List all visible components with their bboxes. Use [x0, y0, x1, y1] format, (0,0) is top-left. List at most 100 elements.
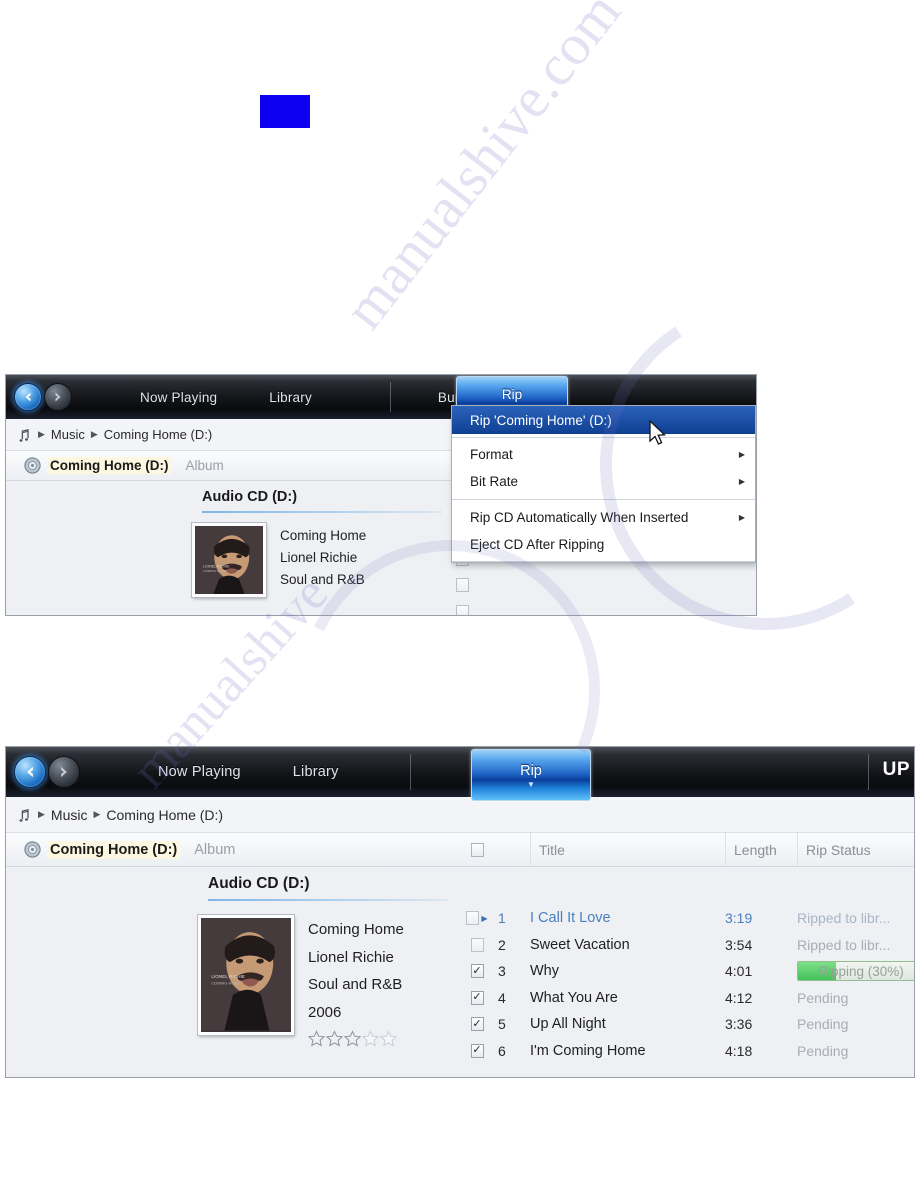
- track-title[interactable]: I Call It Love: [530, 910, 725, 926]
- group-header-2: Audio CD (D:): [208, 875, 310, 892]
- track-title[interactable]: Why: [530, 963, 725, 979]
- album-cover-1: LIONEL RICHIE COMING HOME: [191, 522, 267, 598]
- track-checkbox[interactable]: [470, 937, 484, 952]
- track-rip-status: Ripped to libr...: [797, 936, 891, 953]
- group-header-1: Audio CD (D:): [202, 489, 298, 505]
- track-checkbox-cell[interactable]: ▶: [456, 911, 498, 926]
- nav-buttons-2: [6, 756, 80, 788]
- breadcrumb-item-coming-home[interactable]: Coming Home (D:): [106, 807, 223, 823]
- group-divider-2: [208, 899, 448, 901]
- page-root: manualshive.com manualshive Now Playing …: [0, 0, 918, 1188]
- breadcrumb-item-music[interactable]: Music: [51, 427, 85, 442]
- track-checkbox[interactable]: ✓: [470, 964, 484, 979]
- breadcrumb-item-music[interactable]: Music: [51, 807, 88, 823]
- star-icon[interactable]: [380, 1030, 397, 1047]
- group-divider-1: [202, 511, 442, 513]
- breadcrumb-item-coming-home[interactable]: Coming Home (D:): [104, 427, 212, 442]
- table-row[interactable]: ✓ 3 Why 4:01 Ripping (30%): [456, 958, 914, 985]
- menu-item-eject-label: Eject CD After Ripping: [470, 537, 605, 552]
- track-rip-status: Ripping (30%): [797, 961, 914, 982]
- svg-text:LIONEL RICHIE: LIONEL RICHIE: [203, 564, 230, 568]
- tab-rip-label: Rip: [501, 387, 523, 402]
- table-row[interactable]: 2 Sweet Vacation 3:54 Ripped to libr...: [456, 932, 914, 959]
- menu-item-bit-rate[interactable]: Bit Rate ▶: [452, 468, 755, 495]
- column-album-2: Album: [194, 841, 236, 858]
- table-row[interactable]: ▶ 1 I Call It Love 3:19 Ripped to libr..…: [456, 905, 914, 932]
- submenu-arrow-icon: ▶: [738, 450, 745, 459]
- forward-button[interactable]: [44, 383, 72, 411]
- menu-divider-2: [452, 499, 755, 500]
- track-number: 2: [498, 936, 506, 953]
- track-checkbox[interactable]: [455, 578, 469, 593]
- back-button[interactable]: [14, 756, 46, 788]
- menu-item-rip-disc[interactable]: Rip 'Coming Home' (D:): [452, 406, 755, 434]
- track-checkbox-cell[interactable]: [456, 937, 498, 952]
- track-checkbox[interactable]: [466, 911, 480, 926]
- track-rip-status: Pending: [797, 1016, 849, 1033]
- track-title[interactable]: Sweet Vacation: [530, 937, 725, 953]
- track-title[interactable]: I'm Coming Home: [530, 1043, 725, 1059]
- track-number: 1: [498, 910, 506, 927]
- upgrade-button[interactable]: UP: [883, 759, 910, 781]
- forward-arrow-icon: [55, 392, 61, 402]
- breadcrumb-separator-2: ▶: [93, 809, 101, 819]
- menu-item-eject[interactable]: Eject CD After Ripping: [452, 531, 755, 558]
- music-note-icon: [19, 428, 29, 442]
- tab-now-playing[interactable]: Now Playing: [132, 747, 267, 797]
- menu-item-rip-auto[interactable]: Rip CD Automatically When Inserted ▶: [452, 504, 755, 531]
- track-length: 4:12: [725, 989, 753, 1006]
- track-title[interactable]: Up All Night: [530, 1016, 725, 1032]
- star-icon[interactable]: [326, 1030, 343, 1047]
- track-checkbox[interactable]: ✓: [470, 1043, 484, 1058]
- album-rating[interactable]: [308, 1030, 404, 1047]
- table-row[interactable]: [441, 572, 756, 599]
- star-icon[interactable]: [308, 1030, 325, 1047]
- tab-library[interactable]: Library: [243, 375, 338, 419]
- svg-text:LIONEL RICHIE: LIONEL RICHIE: [211, 974, 245, 979]
- track-checkbox-cell[interactable]: [441, 604, 483, 615]
- table-row[interactable]: ✓ 5 Up All Night 3:36 Pending: [456, 1011, 914, 1038]
- track-checkbox-cell[interactable]: ✓: [456, 1043, 498, 1058]
- table-row[interactable]: ✓ 4 What You Are 4:12 Pending: [456, 985, 914, 1012]
- track-checkbox-cell[interactable]: ✓: [456, 990, 498, 1005]
- tab-library[interactable]: Library: [267, 747, 365, 797]
- source-label-2[interactable]: Coming Home (D:) Album: [6, 840, 236, 859]
- star-icon[interactable]: [344, 1030, 361, 1047]
- mouse-pointer-icon: [649, 420, 667, 445]
- track-checkbox[interactable]: [455, 604, 469, 615]
- header-checkbox-2[interactable]: [456, 833, 498, 866]
- track-checkbox[interactable]: ✓: [470, 990, 484, 1005]
- source-label-1[interactable]: Coming Home (D:) Album: [6, 457, 224, 474]
- track-checkbox-cell[interactable]: ✓: [456, 1017, 498, 1032]
- navigation-bar-2: Now Playing Library Burn Sync Rip ▼ UP: [6, 747, 914, 801]
- menu-item-format[interactable]: Format ▶: [452, 441, 755, 468]
- tab-rip-active[interactable]: Rip ▼: [471, 749, 591, 801]
- breadcrumb-2: ▶ Music ▶ Coming Home (D:): [6, 797, 914, 833]
- track-checkbox[interactable]: ✓: [470, 1017, 484, 1032]
- menu-item-rip-disc-label: Rip 'Coming Home' (D:): [470, 412, 612, 428]
- track-title[interactable]: What You Are: [530, 990, 725, 1006]
- column-album-1: Album: [185, 458, 224, 473]
- select-all-checkbox-2[interactable]: [470, 842, 484, 857]
- table-row[interactable]: ✓ 6 I'm Coming Home 4:18 Pending: [456, 1038, 914, 1065]
- forward-button[interactable]: [48, 756, 80, 788]
- forward-arrow-icon: [61, 766, 67, 778]
- player-window-ripping-progress: Now Playing Library Burn Sync Rip ▼ UP ▶…: [5, 746, 915, 1078]
- header-length[interactable]: Length: [725, 833, 797, 866]
- track-length: 3:36: [725, 1016, 753, 1033]
- header-title[interactable]: Title: [530, 833, 725, 866]
- content-pane-1: Audio CD (D:) LIONEL RICHIE COMING HOME …: [6, 405, 756, 615]
- header-rip-status[interactable]: Rip Status: [797, 833, 914, 866]
- cd-disc-icon: [24, 457, 41, 474]
- tab-now-playing[interactable]: Now Playing: [114, 375, 243, 419]
- table-row[interactable]: [441, 599, 756, 615]
- watermark-text-1: manualshive.com: [330, 0, 633, 341]
- album-block-1: LIONEL RICHIE COMING HOME Coming Home Li…: [191, 522, 366, 598]
- back-button[interactable]: [14, 383, 42, 411]
- track-checkbox-cell[interactable]: ✓: [456, 964, 498, 979]
- star-icon[interactable]: [362, 1030, 379, 1047]
- svg-text:COMING HOME: COMING HOME: [203, 569, 226, 573]
- track-checkbox-cell[interactable]: [441, 578, 483, 593]
- album-cover-2: LIONEL RICHIE COMING HOME: [197, 914, 295, 1036]
- album-block-2: LIONEL RICHIE COMING HOME Coming Home Li…: [197, 914, 404, 1047]
